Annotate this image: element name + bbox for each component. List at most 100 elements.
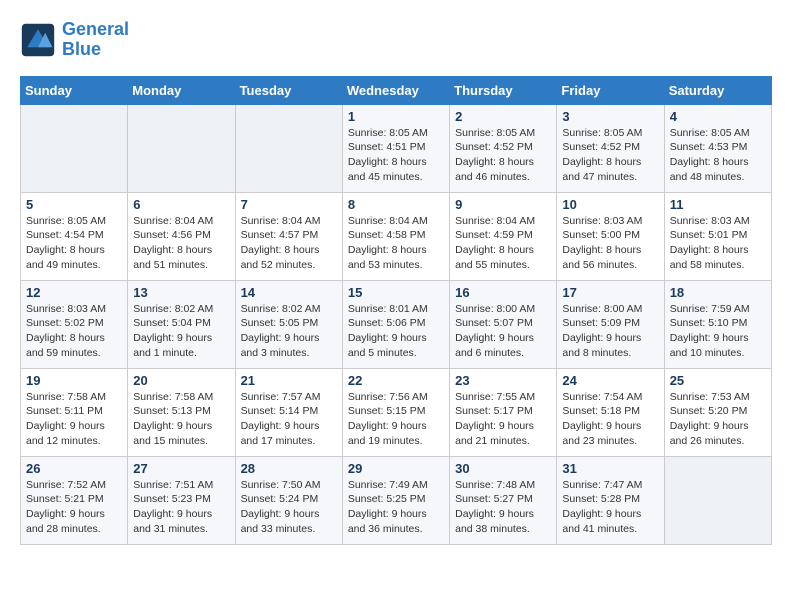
day-info-17: Sunrise: 8:00 AM Sunset: 5:09 PM Dayligh… — [562, 302, 658, 361]
day-number-10: 10 — [562, 197, 658, 212]
calendar-day-25: 25 Sunrise: 7:53 AM Sunset: 5:20 PM Dayli… — [664, 368, 771, 456]
calendar-day-28: 28 Sunrise: 7:50 AM Sunset: 5:24 PM Dayli… — [235, 456, 342, 544]
calendar-day-30: 30 Sunrise: 7:48 AM Sunset: 5:27 PM Dayli… — [450, 456, 557, 544]
day-info-6: Sunrise: 8:04 AM Sunset: 4:56 PM Dayligh… — [133, 214, 229, 273]
calendar-day-13: 13 Sunrise: 8:02 AM Sunset: 5:04 PM Dayli… — [128, 280, 235, 368]
weekday-header-sunday: Sunday — [21, 76, 128, 104]
logo-icon — [20, 22, 56, 58]
day-info-18: Sunrise: 7:59 AM Sunset: 5:10 PM Dayligh… — [670, 302, 766, 361]
calendar-empty-cell — [128, 104, 235, 192]
day-info-8: Sunrise: 8:04 AM Sunset: 4:58 PM Dayligh… — [348, 214, 444, 273]
calendar-day-7: 7Sunrise: 8:04 AM Sunset: 4:57 PM Daylig… — [235, 192, 342, 280]
day-info-16: Sunrise: 8:00 AM Sunset: 5:07 PM Dayligh… — [455, 302, 551, 361]
calendar-day-21: 21 Sunrise: 7:57 AM Sunset: 5:14 PM Dayli… — [235, 368, 342, 456]
weekday-header-monday: Monday — [128, 76, 235, 104]
day-number-21: 21 — [241, 373, 337, 388]
calendar-day-6: 6 Sunrise: 8:04 AM Sunset: 4:56 PM Daylig… — [128, 192, 235, 280]
day-number-1: 1 — [348, 109, 444, 124]
day-info-24: Sunrise: 7:54 AM Sunset: 5:18 PM Dayligh… — [562, 390, 658, 449]
calendar-day-31: 31 Sunrise: 7:47 AM Sunset: 5:28 PM Dayli… — [557, 456, 664, 544]
calendar-empty-cell — [21, 104, 128, 192]
day-number-3: 3 — [562, 109, 658, 124]
day-number-18: 18 — [670, 285, 766, 300]
day-info-10: Sunrise: 8:03 AM Sunset: 5:00 PM Dayligh… — [562, 214, 658, 273]
calendar-day-29: 29 Sunrise: 7:49 AM Sunset: 5:25 PM Dayli… — [342, 456, 449, 544]
day-number-14: 14 — [241, 285, 337, 300]
day-number-29: 29 — [348, 461, 444, 476]
day-number-11: 11 — [670, 197, 766, 212]
calendar-day-14: 14 Sunrise: 8:02 AM Sunset: 5:05 PM Dayli… — [235, 280, 342, 368]
calendar-day-11: 11 Sunrise: 8:03 AM Sunset: 5:01 PM Dayli… — [664, 192, 771, 280]
day-number-7: 7 — [241, 197, 337, 212]
day-number-26: 26 — [26, 461, 122, 476]
day-number-2: 2 — [455, 109, 551, 124]
day-number-17: 17 — [562, 285, 658, 300]
logo: GeneralBlue — [20, 20, 129, 60]
day-number-23: 23 — [455, 373, 551, 388]
weekday-header-friday: Friday — [557, 76, 664, 104]
day-info-1: Sunrise: 8:05 AM Sunset: 4:51 PM Dayligh… — [348, 126, 444, 185]
calendar-day-19: 19Sunrise: 7:58 AM Sunset: 5:11 PM Dayli… — [21, 368, 128, 456]
day-number-4: 4 — [670, 109, 766, 124]
day-info-15: Sunrise: 8:01 AM Sunset: 5:06 PM Dayligh… — [348, 302, 444, 361]
calendar-day-23: 23 Sunrise: 7:55 AM Sunset: 5:17 PM Dayli… — [450, 368, 557, 456]
calendar-week-1: 1 Sunrise: 8:05 AM Sunset: 4:51 PM Daylig… — [21, 104, 772, 192]
calendar-day-15: 15 Sunrise: 8:01 AM Sunset: 5:06 PM Dayli… — [342, 280, 449, 368]
day-number-5: 5 — [26, 197, 122, 212]
calendar-day-26: 26 Sunrise: 7:52 AM Sunset: 5:21 PM Dayli… — [21, 456, 128, 544]
day-info-30: Sunrise: 7:48 AM Sunset: 5:27 PM Dayligh… — [455, 478, 551, 537]
calendar-body: 1 Sunrise: 8:05 AM Sunset: 4:51 PM Daylig… — [21, 104, 772, 544]
calendar-day-1: 1 Sunrise: 8:05 AM Sunset: 4:51 PM Daylig… — [342, 104, 449, 192]
day-number-22: 22 — [348, 373, 444, 388]
calendar-day-10: 10 Sunrise: 8:03 AM Sunset: 5:00 PM Dayli… — [557, 192, 664, 280]
day-info-31: Sunrise: 7:47 AM Sunset: 5:28 PM Dayligh… — [562, 478, 658, 537]
day-info-28: Sunrise: 7:50 AM Sunset: 5:24 PM Dayligh… — [241, 478, 337, 537]
weekday-header-saturday: Saturday — [664, 76, 771, 104]
calendar-day-27: 27Sunrise: 7:51 AM Sunset: 5:23 PM Dayli… — [128, 456, 235, 544]
day-info-22: Sunrise: 7:56 AM Sunset: 5:15 PM Dayligh… — [348, 390, 444, 449]
calendar-day-18: 18 Sunrise: 7:59 AM Sunset: 5:10 PM Dayli… — [664, 280, 771, 368]
day-info-2: Sunrise: 8:05 AM Sunset: 4:52 PM Dayligh… — [455, 126, 551, 185]
day-number-30: 30 — [455, 461, 551, 476]
day-info-23: Sunrise: 7:55 AM Sunset: 5:17 PM Dayligh… — [455, 390, 551, 449]
day-number-8: 8 — [348, 197, 444, 212]
day-info-25: Sunrise: 7:53 AM Sunset: 5:20 PM Dayligh… — [670, 390, 766, 449]
day-info-11: Sunrise: 8:03 AM Sunset: 5:01 PM Dayligh… — [670, 214, 766, 273]
day-number-24: 24 — [562, 373, 658, 388]
day-info-12: Sunrise: 8:03 AM Sunset: 5:02 PM Dayligh… — [26, 302, 122, 361]
day-number-13: 13 — [133, 285, 229, 300]
day-info-29: Sunrise: 7:49 AM Sunset: 5:25 PM Dayligh… — [348, 478, 444, 537]
calendar-day-12: 12 Sunrise: 8:03 AM Sunset: 5:02 PM Dayli… — [21, 280, 128, 368]
day-info-14: Sunrise: 8:02 AM Sunset: 5:05 PM Dayligh… — [241, 302, 337, 361]
day-number-31: 31 — [562, 461, 658, 476]
day-number-12: 12 — [26, 285, 122, 300]
calendar-week-5: 26 Sunrise: 7:52 AM Sunset: 5:21 PM Dayli… — [21, 456, 772, 544]
day-number-9: 9 — [455, 197, 551, 212]
calendar-header: SundayMondayTuesdayWednesdayThursdayFrid… — [21, 76, 772, 104]
calendar-day-17: 17 Sunrise: 8:00 AM Sunset: 5:09 PM Dayli… — [557, 280, 664, 368]
day-info-13: Sunrise: 8:02 AM Sunset: 5:04 PM Dayligh… — [133, 302, 229, 361]
day-number-6: 6 — [133, 197, 229, 212]
day-info-26: Sunrise: 7:52 AM Sunset: 5:21 PM Dayligh… — [26, 478, 122, 537]
page-header: GeneralBlue — [20, 20, 772, 60]
calendar-day-3: 3 Sunrise: 8:05 AM Sunset: 4:52 PM Daylig… — [557, 104, 664, 192]
day-info-21: Sunrise: 7:57 AM Sunset: 5:14 PM Dayligh… — [241, 390, 337, 449]
day-info-4: Sunrise: 8:05 AM Sunset: 4:53 PM Dayligh… — [670, 126, 766, 185]
day-info-3: Sunrise: 8:05 AM Sunset: 4:52 PM Dayligh… — [562, 126, 658, 185]
day-number-19: 19 — [26, 373, 122, 388]
weekday-header-wednesday: Wednesday — [342, 76, 449, 104]
calendar-week-3: 12 Sunrise: 8:03 AM Sunset: 5:02 PM Dayli… — [21, 280, 772, 368]
day-number-16: 16 — [455, 285, 551, 300]
calendar-day-4: 4 Sunrise: 8:05 AM Sunset: 4:53 PM Daylig… — [664, 104, 771, 192]
day-info-27: Sunrise: 7:51 AM Sunset: 5:23 PM Dayligh… — [133, 478, 229, 537]
calendar-day-24: 24 Sunrise: 7:54 AM Sunset: 5:18 PM Dayli… — [557, 368, 664, 456]
day-number-28: 28 — [241, 461, 337, 476]
calendar-day-16: 16 Sunrise: 8:00 AM Sunset: 5:07 PM Dayli… — [450, 280, 557, 368]
calendar-table: SundayMondayTuesdayWednesdayThursdayFrid… — [20, 76, 772, 545]
calendar-day-20: 20Sunrise: 7:58 AM Sunset: 5:13 PM Dayli… — [128, 368, 235, 456]
day-number-25: 25 — [670, 373, 766, 388]
day-number-15: 15 — [348, 285, 444, 300]
calendar-week-2: 5Sunrise: 8:05 AM Sunset: 4:54 PM Daylig… — [21, 192, 772, 280]
calendar-day-2: 2 Sunrise: 8:05 AM Sunset: 4:52 PM Daylig… — [450, 104, 557, 192]
calendar-empty-cell — [664, 456, 771, 544]
